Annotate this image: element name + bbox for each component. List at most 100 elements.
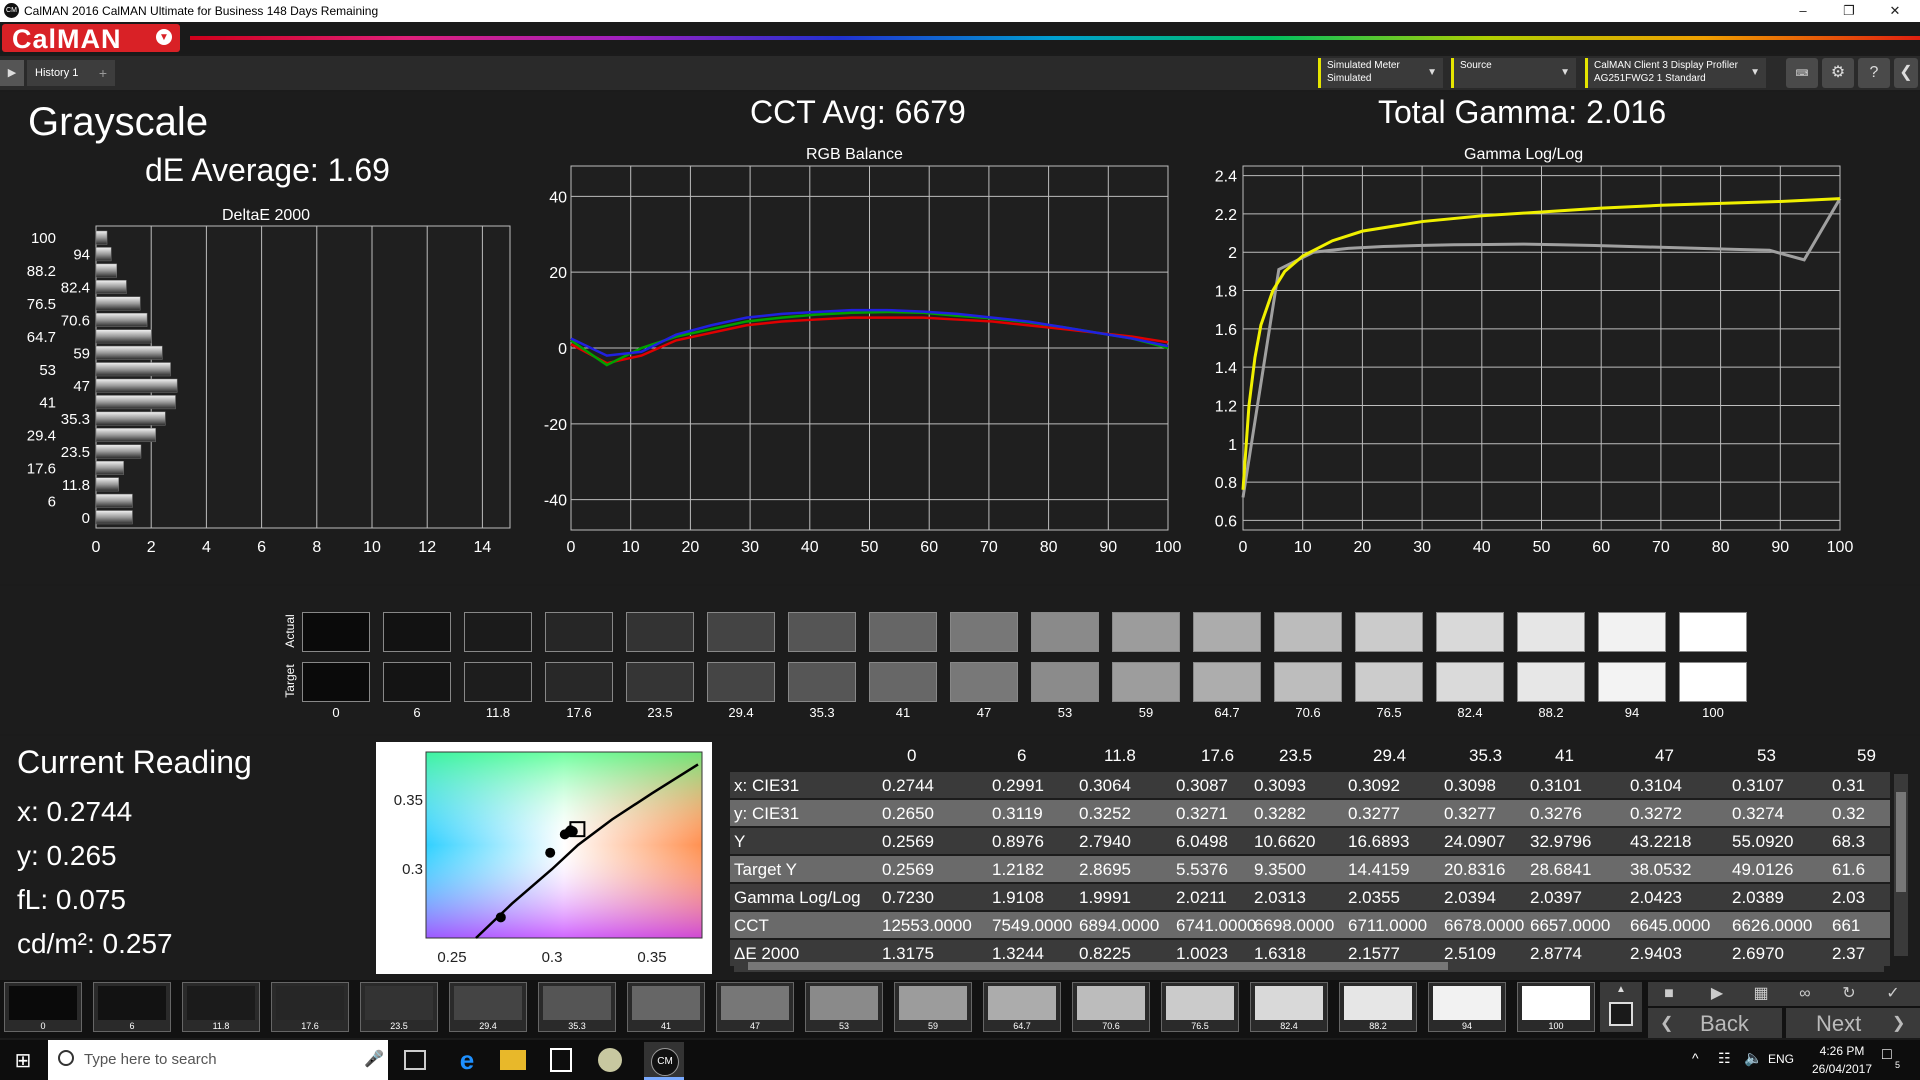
strip-tile[interactable]: 23.5 (360, 982, 438, 1032)
strip-tile[interactable]: 82.4 (1250, 982, 1328, 1032)
target-swatch[interactable] (1517, 662, 1585, 702)
taskbar-app-calman[interactable]: CM (644, 1042, 684, 1080)
actual-swatch[interactable] (707, 612, 775, 652)
loop-icon[interactable]: ∞ (1792, 982, 1818, 1006)
target-swatch[interactable] (1355, 662, 1423, 702)
table-vscrollbar[interactable] (1894, 774, 1908, 956)
taskbar-search[interactable]: Type here to search 🎤 (48, 1040, 388, 1080)
target-swatch[interactable] (1274, 662, 1342, 702)
network-icon[interactable]: ☷ (1718, 1050, 1731, 1067)
strip-tile[interactable]: 94 (1428, 982, 1506, 1032)
save-icon[interactable]: ▦ (1748, 982, 1774, 1006)
strip-tile-label: 53 (838, 1021, 849, 1031)
target-swatch[interactable] (1193, 662, 1261, 702)
clock-time[interactable]: 4:26 PM (1808, 1044, 1876, 1058)
measurement-point (567, 826, 578, 837)
strip-tile[interactable]: 41 (627, 982, 705, 1032)
windows-start-icon[interactable]: ⊞ (10, 1048, 36, 1074)
actual-swatch[interactable] (383, 612, 451, 652)
notification-icon[interactable]: □ (1882, 1046, 1904, 1068)
file-explorer-icon[interactable] (500, 1050, 526, 1070)
actual-swatch[interactable] (1436, 612, 1504, 652)
actual-swatch[interactable] (1355, 612, 1423, 652)
check-icon[interactable]: ✓ (1880, 982, 1906, 1006)
actual-swatch[interactable] (302, 612, 370, 652)
back-button[interactable]: ❮ Back (1648, 1008, 1782, 1038)
language-indicator[interactable]: ENG (1768, 1052, 1794, 1066)
task-view-icon[interactable] (404, 1050, 426, 1070)
target-swatch[interactable] (707, 662, 775, 702)
target-swatch[interactable] (1112, 662, 1180, 702)
stop-icon[interactable]: ■ (1656, 982, 1682, 1006)
swatch-label: 100 (1702, 705, 1724, 720)
x-tick-label: 70 (1652, 539, 1670, 556)
table-vscroll-thumb[interactable] (1896, 792, 1906, 892)
actual-swatch[interactable] (950, 612, 1018, 652)
data-table: 0 6 11.8 17.6 23.5 29.4 35.3 41 47 53 59 x: CIE31 0.… (730, 744, 1890, 972)
actual-swatch[interactable] (545, 612, 613, 652)
table-column-header: 59 (1857, 746, 1876, 765)
table-cell: 0.3277 (1348, 804, 1400, 823)
strip-tile[interactable]: 0 (4, 982, 82, 1032)
strip-tile[interactable]: 64.7 (983, 982, 1061, 1032)
table-hscrollbar[interactable] (734, 960, 1884, 972)
volume-icon[interactable]: 🔈 (1744, 1049, 1763, 1067)
actual-swatch[interactable] (1031, 612, 1099, 652)
strip-tile[interactable]: 17.6 (271, 982, 349, 1032)
target-swatch[interactable] (950, 662, 1018, 702)
target-swatch[interactable] (383, 662, 451, 702)
table-cell: 6657.0000 (1530, 916, 1611, 935)
strip-tile[interactable]: 11.8 (182, 982, 260, 1032)
edge-icon[interactable]: e (452, 1046, 482, 1074)
store-icon[interactable] (550, 1048, 572, 1072)
record-control[interactable]: ▲ (1600, 982, 1642, 1032)
strip-tile-color (988, 986, 1056, 1020)
target-swatch[interactable] (464, 662, 532, 702)
table-column-header: 53 (1757, 746, 1776, 765)
actual-swatch[interactable] (1193, 612, 1261, 652)
back-label: Back (1700, 1011, 1749, 1036)
strip-tile[interactable]: 47 (716, 982, 794, 1032)
play-icon[interactable]: ▶ (1704, 982, 1730, 1006)
target-swatch[interactable] (869, 662, 937, 702)
swatch-label: 82.4 (1457, 705, 1483, 720)
actual-swatch[interactable] (1598, 612, 1666, 652)
actual-swatch[interactable] (464, 612, 532, 652)
paint-icon[interactable] (598, 1048, 622, 1072)
tray-chevron-up-icon[interactable]: ^ (1692, 1050, 1699, 1066)
actual-swatch[interactable] (1112, 612, 1180, 652)
target-swatch[interactable] (1031, 662, 1099, 702)
actual-swatch[interactable] (1517, 612, 1585, 652)
strip-tile-label: 0 (40, 1021, 46, 1031)
microphone-icon: 🎤 (364, 1051, 384, 1068)
strip-tile[interactable]: 6 (93, 982, 171, 1032)
target-label-container: Target (282, 662, 298, 702)
strip-tile-color (9, 986, 77, 1020)
actual-swatch[interactable] (1679, 612, 1747, 652)
strip-tile[interactable]: 35.3 (538, 982, 616, 1032)
actual-swatch[interactable] (1274, 612, 1342, 652)
target-swatch[interactable] (1436, 662, 1504, 702)
strip-tile[interactable]: 100 (1517, 982, 1595, 1032)
strip-tile[interactable]: 59 (894, 982, 972, 1032)
strip-tile[interactable]: 53 (805, 982, 883, 1032)
refresh-icon[interactable]: ↻ (1836, 982, 1862, 1006)
strip-tile[interactable]: 88.2 (1339, 982, 1417, 1032)
next-button[interactable]: Next ❯ (1786, 1008, 1920, 1038)
actual-swatch[interactable] (626, 612, 694, 652)
strip-tile[interactable]: 70.6 (1072, 982, 1150, 1032)
target-swatch[interactable] (788, 662, 856, 702)
target-swatch[interactable] (626, 662, 694, 702)
actual-label: Actual (283, 614, 297, 648)
clock-date[interactable]: 26/04/2017 (1808, 1062, 1876, 1076)
strip-tile-label: 76.5 (1191, 1021, 1209, 1031)
target-swatch[interactable] (302, 662, 370, 702)
strip-tile[interactable]: 76.5 (1161, 982, 1239, 1032)
strip-tile[interactable]: 29.4 (449, 982, 527, 1032)
target-swatch[interactable] (1598, 662, 1666, 702)
actual-swatch[interactable] (788, 612, 856, 652)
table-hscroll-thumb[interactable] (748, 962, 1448, 970)
target-swatch[interactable] (545, 662, 613, 702)
target-swatch[interactable] (1679, 662, 1747, 702)
actual-swatch[interactable] (869, 612, 937, 652)
